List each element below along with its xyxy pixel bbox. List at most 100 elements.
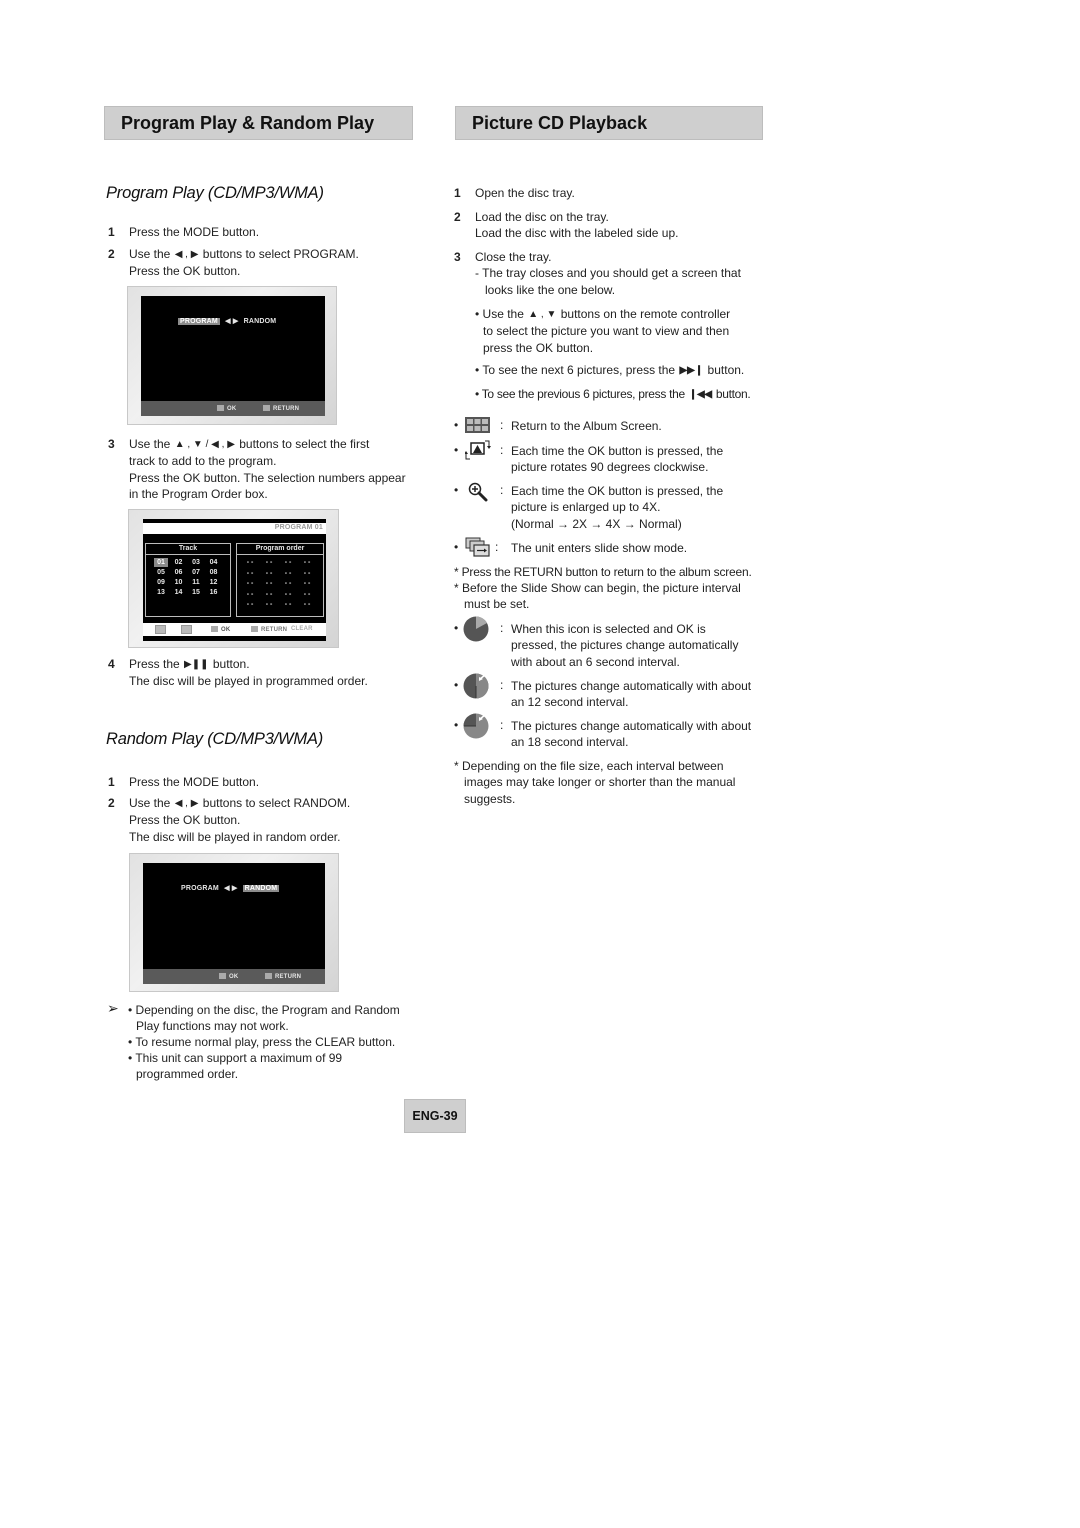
bullet-text: • Use the xyxy=(475,307,524,321)
note-text: * Press the RETURN button to return to t… xyxy=(454,565,752,579)
bullet-text: • To see the next 6 pictures, press the xyxy=(475,363,676,377)
step-number: 1 xyxy=(108,225,115,239)
left-right-arrow-icon: ◀ ▶ xyxy=(224,885,238,892)
bullet-text: • To see the previous 6 pictures, press … xyxy=(475,387,685,401)
section-title: Picture CD Playback xyxy=(472,113,648,133)
track-cell[interactable]: 06 xyxy=(172,568,186,577)
step-text: Press the MODE button. xyxy=(129,225,260,239)
step-text: Use the xyxy=(129,247,171,261)
note-text: Depending on the disc, the Program and R… xyxy=(135,1003,400,1017)
left-right-arrow-icon: ◀ , ▶ xyxy=(174,798,199,809)
program-order-slot: - - xyxy=(284,559,292,566)
skip-next-icon: ▶▶❙ xyxy=(679,365,704,376)
icon-description: The unit enters slide show mode. xyxy=(511,541,688,555)
picture-bullet-select: • Use the ▲ , ▼ buttons on the remote co… xyxy=(475,306,730,356)
program-order-slot: - - xyxy=(246,580,254,587)
play-pause-icon: ▶❚❚ xyxy=(184,659,209,670)
step-text: The disc will be played in random order. xyxy=(129,829,341,844)
track-cell[interactable]: 10 xyxy=(172,578,186,587)
step-text: Use the xyxy=(129,796,171,810)
step-text: buttons to select PROGRAM. xyxy=(202,247,359,261)
note-text: Play functions may not work. xyxy=(136,1019,289,1034)
step-number: 2 xyxy=(108,796,115,810)
interval-description: an 12 second interval. xyxy=(511,695,629,710)
left-right-arrow-icon: ◀ ▶ xyxy=(225,318,239,325)
program-order-slot: - - xyxy=(284,590,292,598)
program-order-slot: - - xyxy=(265,580,273,587)
bullet-text: button. xyxy=(715,387,751,401)
left-right-arrow-icon: ◀ , ▶ xyxy=(174,249,199,260)
note-arrow-icon: ➢ xyxy=(107,1000,119,1016)
interval-6s-icon xyxy=(463,616,489,642)
program-order-slot: - - xyxy=(246,569,254,577)
note-text: To resume normal play, press the CLEAR b… xyxy=(135,1035,396,1049)
step-text: Open the disc tray. xyxy=(475,186,575,200)
osd-ok-label: OK xyxy=(229,974,239,980)
osd-bottom-bar: OK RETURN CLEAR xyxy=(143,623,326,636)
osd-ok-label: OK xyxy=(221,627,231,633)
note-item: • To resume normal play, press the CLEAR… xyxy=(128,1035,396,1049)
track-cell[interactable]: 05 xyxy=(154,568,168,577)
osd-clear-label: CLEAR xyxy=(291,626,313,632)
osd-return-label: RETURN xyxy=(275,974,302,980)
navigate-icon xyxy=(155,625,166,634)
track-cell[interactable]: 03 xyxy=(189,558,203,567)
osd-screenshot-program: PROGRAM ◀ ▶ RANDOM OK RETURN xyxy=(127,286,337,425)
step-number: 4 xyxy=(108,657,115,671)
program-number-label: PROGRAM 01 xyxy=(274,524,323,531)
program-title-bar: PROGRAM 01 xyxy=(143,523,326,534)
program-order-slot: - - xyxy=(265,601,273,608)
track-cell[interactable]: 07 xyxy=(189,568,203,577)
interval-description: pressed, the pictures change automatical… xyxy=(511,638,739,653)
osd-mode-selector: PROGRAM ◀ ▶ RANDOM xyxy=(178,317,276,325)
program-order-slot: - - xyxy=(284,569,292,577)
note-text: * Before the Slide Show can begin, the p… xyxy=(454,581,741,595)
osd-ok-label: OK xyxy=(227,406,237,412)
track-cell[interactable]: 15 xyxy=(189,588,203,597)
track-header: Track xyxy=(146,544,230,555)
picture-bullet-previous: • To see the previous 6 pictures, press … xyxy=(475,386,751,403)
program-order-slot: - - xyxy=(303,601,311,608)
osd-program-option: PROGRAM xyxy=(178,318,220,325)
picture-bullet-next: • To see the next 6 pictures, press the … xyxy=(475,362,744,379)
track-cell[interactable]: 02 xyxy=(172,558,186,567)
step-text: buttons to select the first xyxy=(239,437,370,451)
track-cell[interactable]: 08 xyxy=(207,568,221,577)
rotate-picture-icon xyxy=(465,440,491,460)
step-number: 2 xyxy=(454,210,461,224)
interval-description: The pictures change automatically with a… xyxy=(511,679,752,693)
program-order-slot: - - xyxy=(303,590,311,598)
step-text: looks like the one below. xyxy=(485,282,616,297)
album-grid-icon xyxy=(465,417,490,433)
zoom-in-icon xyxy=(468,482,488,502)
interval-18s-icon xyxy=(463,713,489,739)
slideshow-icon xyxy=(465,537,490,557)
step-number: 1 xyxy=(454,186,461,200)
track-cell[interactable]: 13 xyxy=(154,588,168,597)
step-number: 3 xyxy=(108,437,115,451)
note-text: images may take longer or shorter than t… xyxy=(464,775,736,790)
page-number: ENG-39 xyxy=(404,1099,466,1133)
step-text: buttons to select RANDOM. xyxy=(202,796,351,810)
step-text: Use the xyxy=(129,437,171,451)
program-order-slot: - - xyxy=(303,559,311,566)
track-cell[interactable]: 11 xyxy=(189,578,203,587)
step-text: Press the OK button. The selection numbe… xyxy=(129,470,406,485)
track-cell[interactable]: 01 xyxy=(154,558,168,567)
note-item: • This unit can support a maximum of 99 … xyxy=(128,1051,343,1082)
track-cell[interactable]: 16 xyxy=(207,588,221,597)
osd-random-option: RANDOM xyxy=(243,318,277,325)
direction-arrows-icon: ▲ , ▼ / ◀ , ▶ xyxy=(174,439,235,450)
track-cell[interactable]: 14 xyxy=(172,588,186,597)
program-order-slot: - - xyxy=(265,559,273,566)
note-text: programmed order. xyxy=(136,1067,239,1082)
step-text: Press the OK button. xyxy=(129,813,241,828)
track-cell[interactable]: 12 xyxy=(207,578,221,587)
program-order-box: Program order - - - - - - - - - - - - - - - - - … xyxy=(236,543,324,617)
track-cell[interactable]: 09 xyxy=(154,578,168,587)
step-text: Press the MODE button. xyxy=(129,775,260,789)
program-play-title: Program Play (CD/MP3/WMA) xyxy=(106,184,324,202)
tv-screen: PROGRAM 01 Track 01 02 03 04 05 06 07 08 09 10 11 1… xyxy=(143,519,326,641)
program-order-slot: - - xyxy=(284,601,292,608)
track-cell[interactable]: 04 xyxy=(207,558,221,567)
